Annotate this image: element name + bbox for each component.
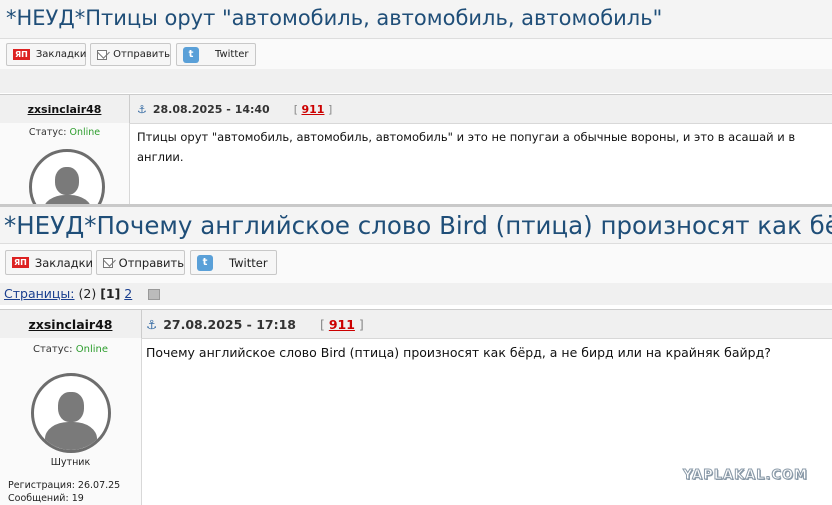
- mail-icon: [97, 49, 108, 60]
- author-column: Статус: Online Шутник Регистрация: 26.07…: [0, 338, 142, 505]
- yap-icon: ЯП: [12, 257, 29, 268]
- send-button[interactable]: Отправить: [90, 43, 171, 66]
- share-bar: ЯП Закладки Отправить t Twitter: [0, 244, 832, 284]
- author-column: Статус: Online: [0, 123, 130, 205]
- bookmarks-label: Закладки: [34, 255, 93, 270]
- twitter-button[interactable]: t Twitter: [176, 43, 256, 66]
- twitter-icon: t: [197, 254, 213, 271]
- anchor-icon[interactable]: ⚓: [137, 103, 147, 116]
- pager: Страницы: (2) [1] 2: [0, 283, 832, 305]
- author-cell: zxsinclair48: [0, 310, 142, 338]
- status-online: Online: [75, 344, 108, 355]
- post-number: [ 911 ]: [293, 102, 333, 116]
- post-number-link[interactable]: 911: [329, 317, 355, 332]
- topic-title: *НЕУД*Птицы орут "автомобиль, автомобиль…: [0, 0, 832, 39]
- screenshot-divider: [0, 204, 832, 207]
- post-header: zxsinclair48 ⚓ 28.08.2025 - 14:40 [ 911 …: [0, 94, 832, 124]
- topic-block-2: *НЕУД*Почему английское слово Bird (птиц…: [0, 207, 832, 505]
- author-cell: zxsinclair48: [0, 95, 130, 123]
- post-text: Птицы орут "автомобиль, автомобиль, авто…: [137, 130, 796, 164]
- site-watermark: YAPLAKAL.COM: [683, 468, 808, 484]
- send-label: Отправить: [113, 49, 170, 60]
- pages-label[interactable]: Страницы:: [4, 286, 75, 301]
- post-header: zxsinclair48 ⚓ 27.08.2025 - 17:18 [ 911 …: [0, 309, 832, 339]
- bookmarks-button[interactable]: ЯП Закладки: [6, 43, 86, 66]
- post-date: 28.08.2025 - 14:40: [152, 102, 270, 116]
- send-button[interactable]: Отправить: [96, 250, 185, 275]
- topic-block-1: *НЕУД*Птицы орут "автомобиль, автомобиль…: [0, 0, 832, 205]
- user-status: Статус: Online: [0, 344, 141, 355]
- twitter-icon: t: [183, 46, 199, 63]
- user-status: Статус: Online: [0, 127, 129, 138]
- pager-row: [0, 69, 832, 93]
- author-name[interactable]: zxsinclair48: [28, 103, 102, 116]
- status-label: Статус:: [28, 127, 67, 138]
- avatar[interactable]: [29, 149, 105, 205]
- post-number-link[interactable]: 911: [302, 103, 325, 116]
- avatar[interactable]: [31, 373, 111, 453]
- pages-menu-icon[interactable]: [148, 289, 161, 300]
- user-info: Регистрация: 26.07.25 Сообщений: 19: [8, 479, 120, 505]
- registration-date: Регистрация: 26.07.25: [8, 480, 121, 491]
- avatar-head-shape: [55, 167, 79, 196]
- user-rank: Шутник: [50, 457, 91, 468]
- avatar-head-shape: [58, 392, 84, 422]
- mail-icon: [103, 257, 113, 268]
- bookmarks-button[interactable]: ЯП Закладки: [5, 250, 93, 275]
- message-count: Сообщений: 19: [8, 493, 84, 504]
- bookmarks-label: Закладки: [35, 49, 87, 60]
- page-current: [1]: [100, 286, 121, 301]
- status-label: Статус:: [33, 344, 73, 355]
- post-date: 27.08.2025 - 17:18: [163, 316, 296, 332]
- yap-icon: ЯП: [13, 49, 30, 60]
- post-meta: ⚓ 27.08.2025 - 17:18 [ 911 ]: [146, 310, 364, 338]
- post-text: Почему английское слово Bird (птица) про…: [146, 345, 771, 360]
- twitter-label: Twitter: [229, 255, 268, 270]
- page-link-2[interactable]: 2: [124, 286, 132, 301]
- twitter-label: Twitter: [215, 49, 249, 60]
- topic-title: *НЕУД*Почему английское слово Bird (птиц…: [0, 207, 832, 244]
- post-number: [ 911 ]: [319, 316, 364, 332]
- anchor-icon[interactable]: ⚓: [146, 317, 157, 332]
- post-meta: ⚓ 28.08.2025 - 14:40 [ 911 ]: [137, 95, 332, 123]
- send-label: Отправить: [118, 255, 184, 270]
- status-online: Online: [69, 127, 101, 138]
- author-name[interactable]: zxsinclair48: [29, 317, 113, 332]
- share-bar: ЯП Закладки Отправить t Twitter: [0, 39, 832, 69]
- avatar-body-shape: [45, 421, 97, 450]
- twitter-button[interactable]: t Twitter: [190, 250, 277, 275]
- pages-count: (2): [78, 286, 97, 301]
